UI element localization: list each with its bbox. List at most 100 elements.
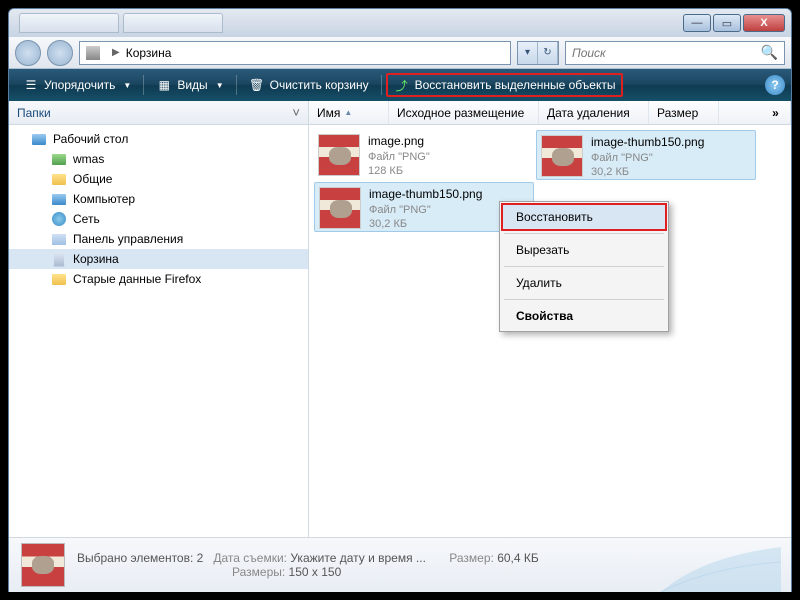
separator — [504, 266, 664, 267]
monitor-icon — [51, 191, 67, 207]
decorative-swoosh — [661, 547, 781, 592]
separator — [381, 75, 382, 95]
window-controls: — ▭ X — [683, 14, 785, 32]
organize-label: Упорядочить — [44, 78, 115, 92]
chevron-down-icon: ▼ — [216, 81, 224, 90]
tree-item-label: Панель управления — [73, 232, 183, 246]
address-dropdown-refresh[interactable]: ▾ ↻ — [517, 41, 559, 65]
nav-forward-button[interactable] — [47, 40, 73, 66]
col-deleted[interactable]: Дата удаления — [539, 101, 649, 124]
location-icon — [86, 46, 100, 60]
file-name: image-thumb150.png — [591, 135, 704, 151]
title-tabs — [11, 13, 223, 33]
files-area[interactable]: image.pngФайл "PNG"128 КБ image-thumb150.… — [309, 125, 791, 537]
restore-selected-button[interactable]: ⤴ Восстановить выделенные объекты — [386, 73, 624, 97]
file-info: image.pngФайл "PNG"128 КБ — [368, 134, 430, 176]
details-thumbnail — [21, 543, 65, 587]
content-pane: Имя ▲ Исходное размещение Дата удаления … — [309, 101, 791, 537]
tree-item[interactable]: Компьютер — [9, 189, 308, 209]
tree-item[interactable]: wmas — [9, 149, 308, 169]
column-headers: Имя ▲ Исходное размещение Дата удаления … — [309, 101, 791, 125]
panel-icon — [51, 231, 67, 247]
address-location: Корзина — [126, 46, 172, 60]
file-type: Файл "PNG" — [368, 150, 430, 164]
refresh-icon[interactable]: ↻ — [538, 42, 558, 64]
chevron-down-icon: ▼ — [123, 81, 131, 90]
ctx-cut[interactable]: Вырезать — [502, 237, 666, 263]
search-bar[interactable]: 🔍 — [565, 41, 785, 65]
file-size: 30,2 КБ — [369, 217, 482, 231]
folder-green-icon — [51, 151, 67, 167]
col-name[interactable]: Имя ▲ — [309, 101, 389, 124]
chevron-right-icon: ▶ — [112, 47, 120, 58]
ctx-restore[interactable]: Восстановить — [502, 204, 666, 230]
tree-item[interactable]: Корзина — [9, 249, 308, 269]
nav-back-button[interactable] — [15, 40, 41, 66]
organize-button[interactable]: ☰ Упорядочить ▼ — [15, 73, 139, 97]
bin-icon: 🗑 — [249, 77, 265, 93]
navbar: ▶ Корзина ▾ ↻ 🔍 — [9, 37, 791, 69]
folder-icon — [51, 171, 67, 187]
file-thumbnail — [541, 135, 583, 177]
tree-item-label: Рабочий стол — [53, 132, 128, 146]
selected-label: Выбрано элементов: — [77, 551, 193, 565]
size-value: 60,4 КБ — [497, 551, 539, 565]
tree-item[interactable]: Рабочий стол — [9, 129, 308, 149]
title-tab[interactable] — [123, 13, 223, 33]
restore-icon: ⤴ — [394, 77, 410, 93]
help-button[interactable]: ? — [765, 75, 785, 95]
tree-item[interactable]: Панель управления — [9, 229, 308, 249]
col-more[interactable]: » — [761, 101, 791, 124]
views-button[interactable]: ▦ Виды ▼ — [148, 73, 231, 97]
empty-bin-button[interactable]: 🗑 Очистить корзину — [241, 73, 377, 97]
explorer-window: — ▭ X ▶ Корзина ▾ ↻ 🔍 ☰ Упорядочить ▼ ▦ — [8, 8, 792, 592]
tree-item[interactable]: Общие — [9, 169, 308, 189]
restore-selected-label: Восстановить выделенные объекты — [415, 78, 616, 92]
dropdown-icon[interactable]: ▾ — [518, 42, 538, 64]
separator — [504, 299, 664, 300]
selected-count: 2 — [197, 551, 204, 565]
close-button[interactable]: X — [743, 14, 785, 32]
toolbar: ☰ Упорядочить ▼ ▦ Виды ▼ 🗑 Очистить корз… — [9, 69, 791, 101]
file-item[interactable]: image.pngФайл "PNG"128 КБ — [314, 130, 534, 180]
tree-item-label: Корзина — [73, 252, 119, 266]
organize-icon: ☰ — [23, 77, 39, 93]
file-size: 128 КБ — [368, 164, 430, 178]
file-name: image-thumb150.png — [369, 187, 482, 203]
ctx-delete[interactable]: Удалить — [502, 270, 666, 296]
maximize-button[interactable]: ▭ — [713, 14, 741, 32]
dims-value: 150 x 150 — [289, 565, 342, 579]
dims-label: Размеры: — [232, 565, 285, 579]
monitor-icon — [31, 131, 47, 147]
empty-bin-label: Очистить корзину — [270, 78, 369, 92]
views-icon: ▦ — [156, 77, 172, 93]
size-label: Размер: — [449, 551, 494, 565]
sidebar: Папки ˅ Рабочий стол wmas Общие Компьютер Се… — [9, 101, 309, 537]
views-label: Виды — [177, 78, 207, 92]
tree-item[interactable]: Сеть — [9, 209, 308, 229]
world-icon — [51, 211, 67, 227]
col-size[interactable]: Размер — [649, 101, 719, 124]
title-tab[interactable] — [19, 13, 119, 33]
file-thumbnail — [319, 187, 361, 229]
sidebar-title: Папки — [17, 106, 51, 120]
folder-tree: Рабочий стол wmas Общие Компьютер Сеть Панель… — [9, 125, 308, 293]
tree-item[interactable]: Старые данные Firefox — [9, 269, 308, 289]
titlebar: — ▭ X — [9, 9, 791, 37]
chevron-down-icon[interactable]: ˅ — [292, 105, 300, 120]
file-thumbnail — [318, 134, 360, 176]
address-bar[interactable]: ▶ Корзина — [79, 41, 511, 65]
file-name: image.png — [368, 134, 430, 150]
file-item[interactable]: image-thumb150.pngФайл "PNG"30,2 КБ — [536, 130, 756, 180]
date-value[interactable]: Укажите дату и время ... — [290, 551, 426, 565]
tree-item-label: Компьютер — [73, 192, 135, 206]
search-icon[interactable]: 🔍 — [761, 44, 778, 61]
context-menu: Восстановить Вырезать Удалить Свойства — [499, 201, 669, 332]
details-text: Выбрано элементов: 2 Дата съемки: Укажит… — [77, 551, 539, 579]
col-orig[interactable]: Исходное размещение — [389, 101, 539, 124]
folder-icon — [51, 271, 67, 287]
tree-item-label: wmas — [73, 152, 104, 166]
search-input[interactable] — [572, 46, 761, 60]
minimize-button[interactable]: — — [683, 14, 711, 32]
ctx-properties[interactable]: Свойства — [502, 303, 666, 329]
